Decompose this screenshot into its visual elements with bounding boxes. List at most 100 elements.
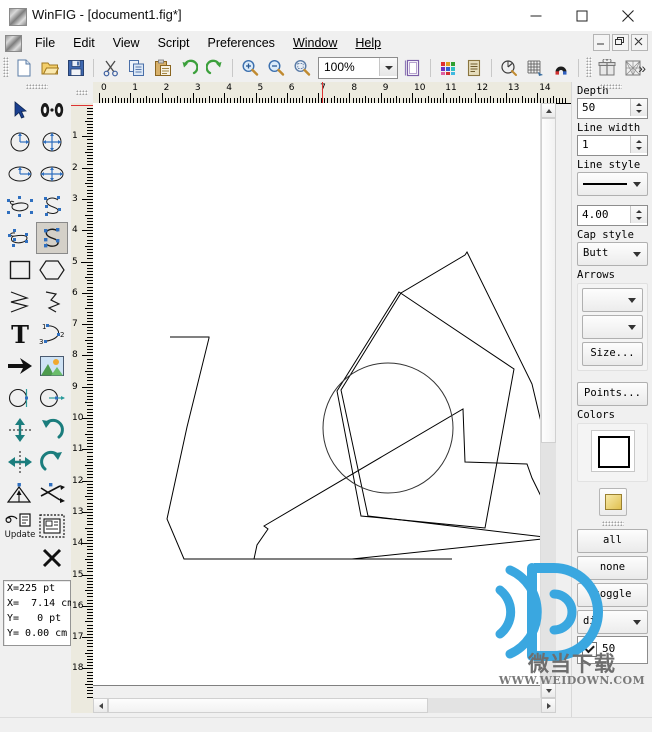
menu-item-file[interactable]: File xyxy=(26,33,64,53)
horizontal-ruler[interactable]: 01234567891011121314 xyxy=(93,82,571,104)
dash-length-spin-buttons[interactable] xyxy=(630,206,647,223)
magnet-snap-icon[interactable] xyxy=(549,56,573,80)
depth-filter-row[interactable]: 50 xyxy=(577,636,648,664)
update-tool[interactable]: Update xyxy=(4,510,36,542)
canvas-vertical-scrollbar[interactable] xyxy=(540,103,556,698)
redo-icon[interactable] xyxy=(203,56,227,80)
depth-filter-checkbox[interactable] xyxy=(582,642,597,657)
chevron-down-icon[interactable] xyxy=(379,58,397,76)
select-all-button[interactable]: all xyxy=(577,529,648,553)
save-icon[interactable] xyxy=(64,56,88,80)
layers-icon[interactable] xyxy=(462,56,486,80)
fill-color-button[interactable] xyxy=(598,488,627,516)
depth-spinner[interactable]: 50 xyxy=(577,98,648,119)
picture-tool[interactable] xyxy=(36,350,68,382)
chevron-down-icon[interactable] xyxy=(628,298,636,303)
document-page[interactable] xyxy=(93,103,542,686)
zoom-in-icon[interactable] xyxy=(238,56,262,80)
menu-item-help[interactable]: Help xyxy=(346,33,390,53)
chevron-down-icon[interactable] xyxy=(633,252,641,257)
circle-diameter-tool[interactable] xyxy=(36,126,68,158)
scroll-left-button[interactable] xyxy=(93,698,108,713)
align-tool[interactable] xyxy=(36,510,68,542)
mdi-minimize-button[interactable] xyxy=(593,34,610,51)
scroll-right-button[interactable] xyxy=(541,698,556,713)
menu-item-preferences[interactable]: Preferences xyxy=(199,33,284,53)
open-icon[interactable] xyxy=(38,56,62,80)
menu-item-edit[interactable]: Edit xyxy=(64,33,104,53)
line-width-spin-buttons[interactable] xyxy=(630,136,647,153)
copy-icon[interactable] xyxy=(125,56,149,80)
ellipse-radius-tool[interactable] xyxy=(4,158,36,190)
menu-item-view[interactable]: View xyxy=(104,33,149,53)
properties-panel-grip[interactable] xyxy=(600,84,622,89)
scroll-down-button[interactable] xyxy=(541,683,556,698)
selection-panel-grip[interactable] xyxy=(601,521,624,526)
arrow-start-combobox[interactable] xyxy=(582,288,643,312)
paste-icon[interactable] xyxy=(151,56,175,80)
color-palette-icon[interactable] xyxy=(436,56,460,80)
polyline-tool[interactable] xyxy=(4,286,36,318)
horizontal-scroll-thumb[interactable] xyxy=(108,698,428,713)
chevron-down-icon[interactable] xyxy=(633,620,641,625)
delete-tool[interactable] xyxy=(36,542,68,574)
toolbar-overflow-button[interactable]: » xyxy=(638,60,646,76)
circle-radius-tool[interactable] xyxy=(4,126,36,158)
line-width-spinner[interactable]: 1 xyxy=(577,135,648,156)
select-pointer-tool[interactable] xyxy=(4,94,36,126)
chevron-down-icon[interactable] xyxy=(633,182,641,187)
pen-color-swatch[interactable] xyxy=(590,430,635,472)
move-horizontal-tool[interactable] xyxy=(4,446,36,478)
toolbar-grip-2[interactable] xyxy=(586,57,592,77)
arrow-size-button[interactable]: Size... xyxy=(582,342,643,366)
toolbox-grip[interactable] xyxy=(26,84,48,89)
polygon-tool[interactable] xyxy=(36,254,68,286)
vertical-ruler[interactable]: 1 2 3 4 5 6 7 8 9 10 11 12 13 14 15 16 17 18 xyxy=(71,103,94,713)
ellipse-diameter-tool[interactable] xyxy=(36,158,68,190)
mdi-restore-button[interactable] xyxy=(612,34,629,51)
circle-point-tool[interactable] xyxy=(36,382,68,414)
open-interp-spline-tool[interactable] xyxy=(36,222,68,254)
zoom-fit-icon[interactable] xyxy=(290,56,314,80)
vertical-scroll-thumb[interactable] xyxy=(541,118,556,443)
compass-icon[interactable] xyxy=(497,56,521,80)
scale-tool[interactable] xyxy=(4,478,36,510)
menu-item-script[interactable]: Script xyxy=(149,33,199,53)
toolbar-grip[interactable] xyxy=(3,57,9,77)
arc-tool[interactable]: 1 2 3 xyxy=(36,318,68,350)
vertical-scroll-track[interactable] xyxy=(541,443,556,683)
polygon-closed-tool[interactable] xyxy=(36,286,68,318)
rectangle-tool[interactable] xyxy=(4,254,36,286)
close-button[interactable] xyxy=(605,0,651,31)
zoom-level-combobox[interactable]: 100% xyxy=(318,57,398,79)
scroll-up-button[interactable] xyxy=(541,103,556,118)
canvas-horizontal-scrollbar[interactable] xyxy=(93,698,556,713)
maximize-button[interactable] xyxy=(559,0,605,31)
undo-icon[interactable] xyxy=(177,56,201,80)
zoom-out-icon[interactable] xyxy=(264,56,288,80)
move-vertical-tool[interactable] xyxy=(4,414,36,446)
closed-spline-tool[interactable] xyxy=(4,190,36,222)
text-tool[interactable]: T xyxy=(4,318,36,350)
closed-interp-spline-tool[interactable] xyxy=(4,222,36,254)
minimize-button[interactable] xyxy=(513,0,559,31)
page-setup-icon[interactable] xyxy=(401,56,425,80)
new-icon[interactable] xyxy=(12,56,36,80)
open-spline-tool[interactable] xyxy=(36,190,68,222)
dim-mode-combobox[interactable]: dim xyxy=(577,610,648,634)
arrow-end-combobox[interactable] xyxy=(582,315,643,339)
horizontal-scroll-track[interactable] xyxy=(428,698,541,713)
chevron-down-icon[interactable] xyxy=(628,325,636,330)
menu-item-window[interactable]: Window xyxy=(284,33,346,53)
cap-style-combobox[interactable]: Butt xyxy=(577,242,648,266)
circle-move-tool[interactable] xyxy=(4,382,36,414)
depth-spin-buttons[interactable] xyxy=(630,99,647,116)
cut-split-tool[interactable] xyxy=(36,478,68,510)
grid-icon[interactable] xyxy=(523,56,547,80)
points-button[interactable]: Points... xyxy=(577,382,648,406)
mdi-close-button[interactable] xyxy=(631,34,648,51)
select-none-button[interactable]: none xyxy=(577,556,648,580)
cut-icon[interactable] xyxy=(99,56,123,80)
rotate-ccw-tool[interactable] xyxy=(36,414,68,446)
gift-icon[interactable] xyxy=(595,56,619,80)
